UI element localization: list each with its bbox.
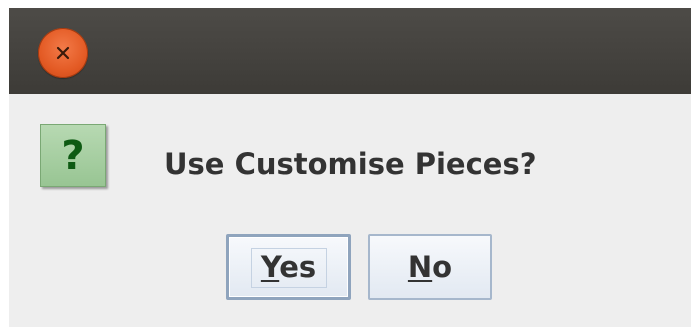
close-icon bbox=[56, 46, 70, 60]
no-button[interactable]: No bbox=[368, 234, 492, 300]
no-mnemonic: N bbox=[407, 250, 433, 284]
yes-button[interactable]: Yes bbox=[226, 234, 351, 300]
question-icon: ? bbox=[40, 124, 106, 187]
yes-button-label: Yes bbox=[261, 237, 316, 297]
no-button-label: No bbox=[408, 237, 452, 297]
dialog-message: Use Customise Pieces? bbox=[164, 147, 537, 181]
dialog-window: ? Use Customise Pieces? Yes No bbox=[0, 0, 691, 327]
title-bar[interactable] bbox=[9, 8, 691, 94]
no-label-rest: o bbox=[432, 250, 453, 284]
yes-label-rest: es bbox=[279, 250, 317, 284]
window-left-edge bbox=[0, 0, 9, 327]
close-button[interactable] bbox=[38, 28, 88, 78]
yes-mnemonic: Y bbox=[260, 250, 280, 284]
dialog-content: ? Use Customise Pieces? Yes No bbox=[9, 94, 691, 327]
question-glyph: ? bbox=[61, 133, 85, 179]
